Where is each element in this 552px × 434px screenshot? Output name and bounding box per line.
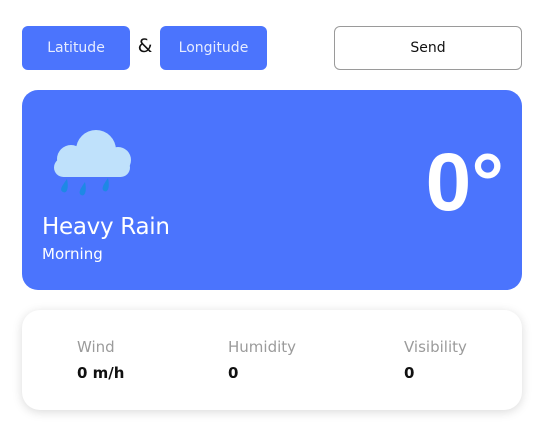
visibility-stat: Visibility 0 — [404, 338, 467, 382]
humidity-value: 0 — [228, 364, 239, 382]
wind-value: 0 m/h — [77, 364, 125, 382]
ampersand-separator: & — [137, 35, 153, 57]
latitude-input[interactable] — [22, 26, 130, 70]
time-of-day: Morning — [42, 245, 103, 263]
coordinates-form: & Send — [22, 26, 522, 70]
humidity-stat: Humidity 0 — [228, 338, 296, 382]
wind-label: Wind — [77, 338, 115, 356]
visibility-value: 0 — [404, 364, 415, 382]
weather-condition: Heavy Rain — [42, 214, 170, 240]
rain-cloud-icon — [54, 130, 131, 196]
weather-stats-card: Wind 0 m/h Humidity 0 Visibility 0 — [22, 310, 522, 410]
current-weather-card: Heavy Rain Morning 0° — [22, 90, 522, 290]
longitude-input[interactable] — [160, 26, 267, 70]
weather-app: & Send Heavy Rain Morning 0° Wind 0 m/h — [0, 0, 552, 434]
wind-stat: Wind 0 m/h — [77, 338, 124, 382]
humidity-label: Humidity — [228, 338, 297, 356]
visibility-label: Visibility — [404, 338, 467, 356]
send-button[interactable]: Send — [334, 26, 522, 70]
temperature-value: 0° — [425, 137, 504, 228]
